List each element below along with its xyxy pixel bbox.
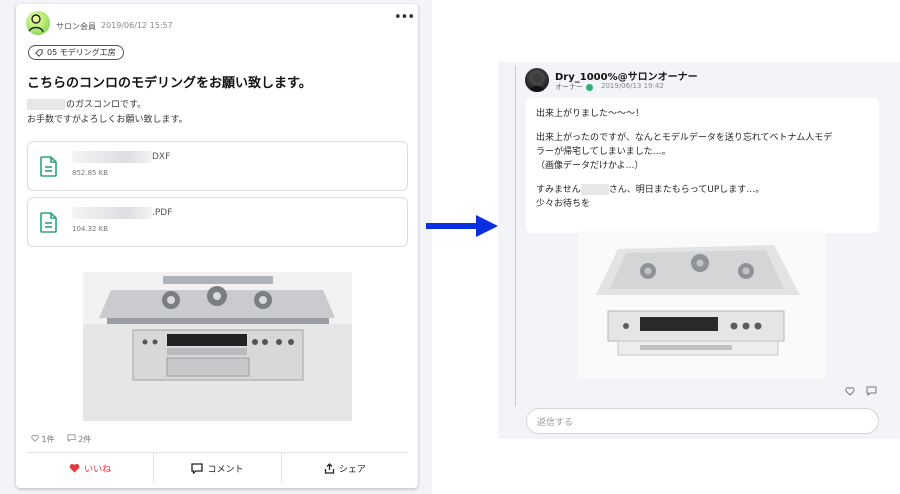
heart-filled-icon	[69, 463, 80, 473]
reply-input[interactable]: 返信する	[526, 408, 879, 434]
owner-role: オーナー	[555, 82, 593, 92]
owner-role-label: オーナー	[555, 83, 583, 91]
verified-icon	[586, 83, 593, 91]
post-body-text: のガスコンロです。	[66, 100, 147, 110]
reply-text-line: ラーが帰宅してしまいました…。	[536, 147, 671, 157]
author-role: サロン会員	[56, 22, 96, 31]
redacted-text	[580, 184, 609, 195]
file-extension: DXF	[152, 152, 171, 162]
comment-button-label: コメント	[207, 464, 244, 475]
share-icon	[324, 462, 334, 474]
like-count[interactable]: 1件	[31, 434, 55, 445]
reply-text-fragment: すみません	[536, 185, 581, 195]
category-tag[interactable]: 05 モデリング工房	[28, 45, 124, 60]
share-button-label: シェア	[338, 464, 366, 475]
document-icon	[40, 156, 57, 177]
stove-image[interactable]	[83, 272, 352, 421]
share-button[interactable]: シェア	[280, 453, 408, 483]
file-size: 104.32 KB	[72, 225, 109, 233]
reply-text-line: 少々お待ちを	[536, 199, 591, 209]
document-icon	[40, 212, 57, 233]
reply-text-line: 出来上がりました〜〜〜！	[536, 109, 645, 119]
owner-name[interactable]: Dry_1000%@サロンオーナー	[555, 68, 698, 83]
thread-line	[515, 66, 516, 406]
comment-count-label: 2件	[78, 435, 92, 444]
redacted-filename	[72, 151, 152, 163]
heart-outline-icon	[31, 434, 39, 442]
reply-input-placeholder: 返信する	[537, 417, 574, 428]
post-title: こちらのコンロのモデリングをお願い致します。	[27, 76, 312, 91]
file-attachment[interactable]: DXF 852.85 KB	[27, 141, 408, 191]
heart-outline-icon[interactable]	[845, 386, 855, 396]
owner-avatar[interactable]	[525, 68, 549, 92]
like-button[interactable]: いいね	[27, 453, 153, 483]
more-horizontal-icon[interactable]: •••	[394, 11, 415, 24]
reply-text-line: 出来上がったのですが、なんとモデルデータを送り忘れてベトナム人モデ	[536, 133, 833, 143]
post-body-line-1: のガスコンロです。	[27, 97, 146, 110]
like-count-label: 1件	[41, 435, 55, 444]
post-action-bar: いいね コメント シェア	[27, 452, 408, 483]
stove-render-image[interactable]	[578, 231, 826, 379]
reaction-counts: 1件 2件	[31, 434, 91, 445]
reply-text-line: すみません さん、明日またもらってUPします…。	[536, 183, 869, 197]
author-avatar[interactable]	[26, 11, 50, 35]
file-size: 852.85 KB	[72, 169, 109, 177]
file-attachment[interactable]: .PDF 104.32 KB	[27, 197, 408, 247]
comment-count[interactable]: 2件	[67, 434, 92, 445]
redacted-filename	[72, 207, 152, 219]
redacted-text	[27, 99, 65, 110]
comment-outline-icon[interactable]	[866, 386, 877, 396]
reply-text-line: （画像データだけかよ…）	[536, 161, 644, 171]
reply-message: 出来上がりました〜〜〜！ 出来上がったのですが、なんとモデルデータを送り忘れてベ…	[526, 98, 879, 233]
comment-button[interactable]: コメント	[153, 453, 280, 483]
like-button-label: いいね	[84, 464, 112, 475]
post-timestamp: 2019/06/12 15:57	[101, 21, 173, 30]
arrow-right-icon	[426, 215, 498, 237]
comment-outline-icon	[67, 434, 76, 443]
tag-icon	[35, 48, 43, 57]
file-extension: .PDF	[152, 208, 173, 218]
post-body-line-2: お手数ですがよろしくお願い致します。	[27, 115, 188, 125]
reply-timestamp: 2019/06/13 19:42	[601, 82, 664, 90]
user-icon	[28, 14, 44, 33]
comment-icon	[191, 462, 204, 474]
person-photo-icon	[529, 73, 545, 92]
category-tag-label: 05 モデリング工房	[47, 48, 116, 57]
reply-text-fragment: さん、明日またもらってUPします…。	[608, 185, 765, 195]
